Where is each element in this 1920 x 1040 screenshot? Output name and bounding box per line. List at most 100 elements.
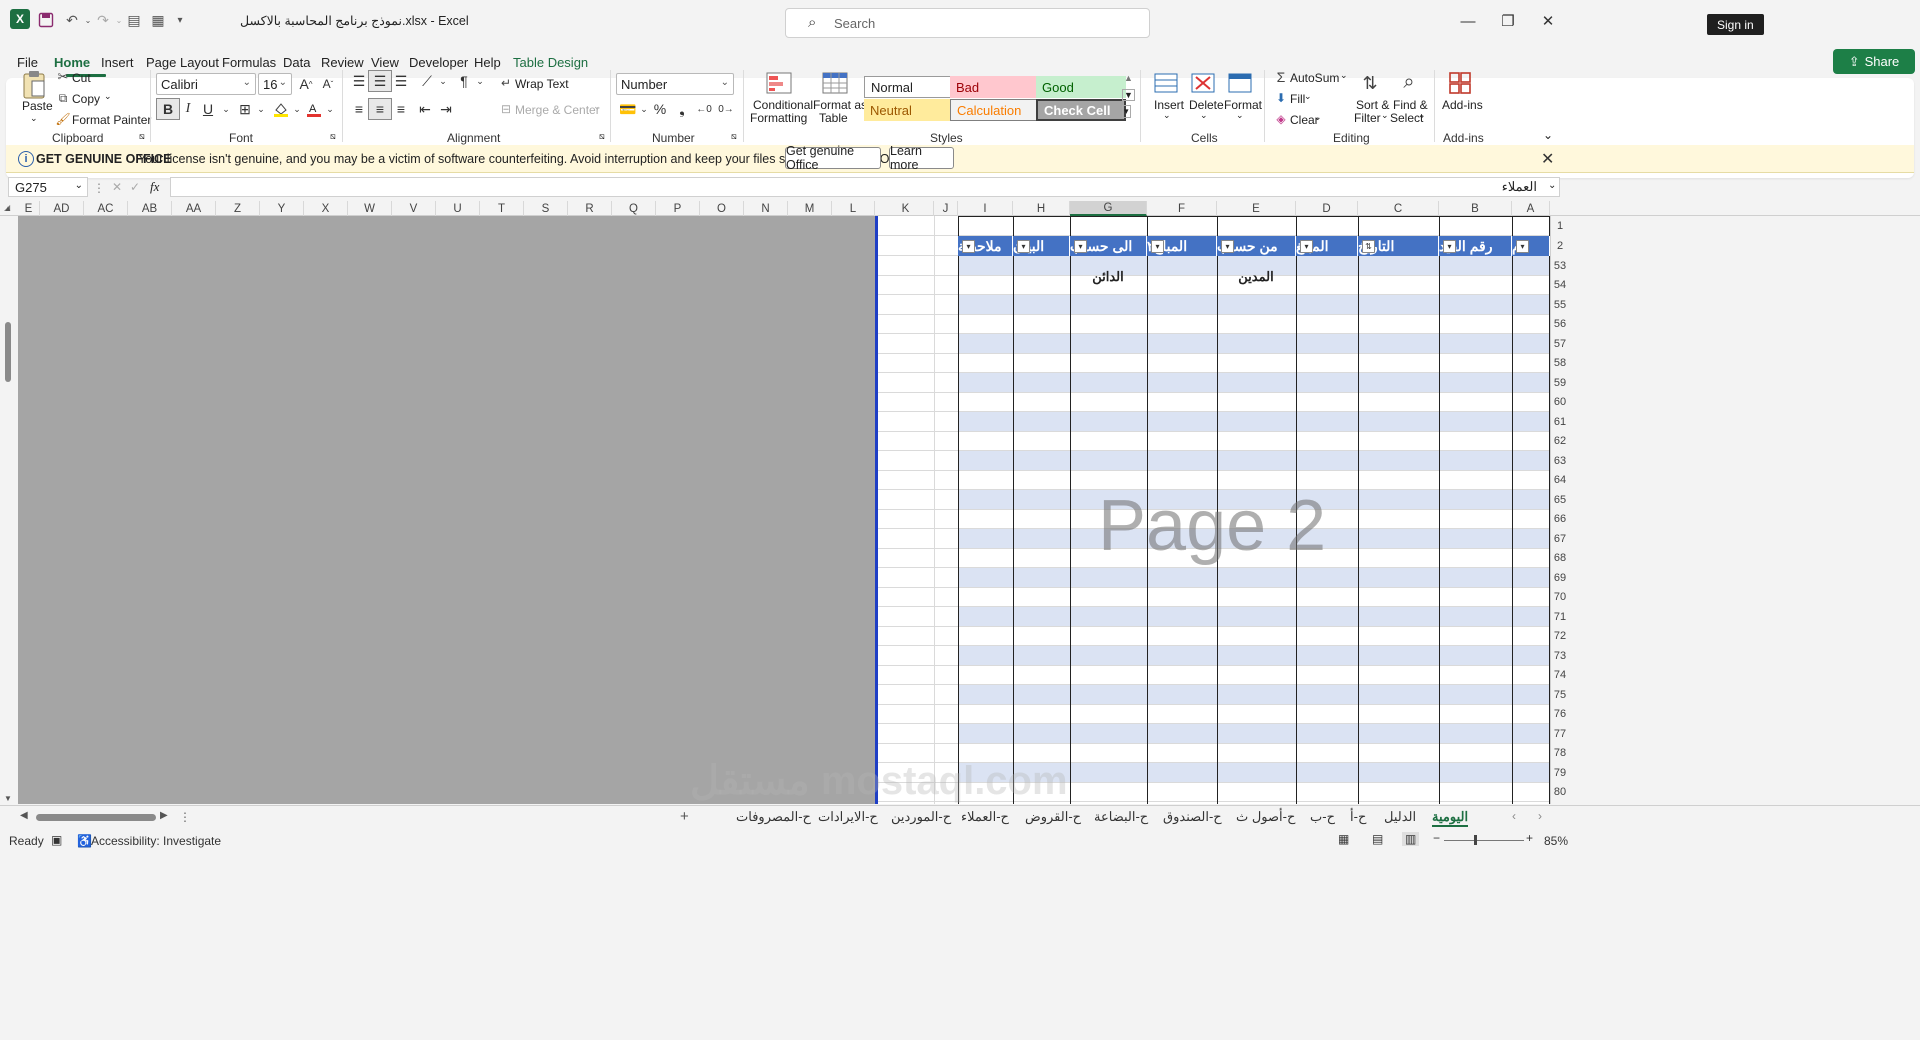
column-header[interactable]: B: [1439, 201, 1512, 216]
row-header[interactable]: 70: [1550, 588, 1570, 608]
column-header[interactable]: F: [1147, 201, 1217, 216]
zoom-level[interactable]: 85%: [1544, 834, 1568, 848]
filter-dropdown-icon[interactable]: ▾: [962, 240, 975, 253]
tab-help[interactable]: Help: [474, 55, 501, 70]
close-icon[interactable]: ✕: [1528, 10, 1568, 32]
text-direction-dropdown-icon[interactable]: ⌄: [468, 70, 492, 92]
row-header[interactable]: 66: [1550, 510, 1570, 530]
tab-split-handle[interactable]: ⋮: [179, 810, 191, 824]
save-icon[interactable]: [36, 10, 56, 30]
scroll-right-icon[interactable]: ▶: [160, 810, 168, 821]
column-header[interactable]: L: [832, 201, 875, 216]
column-header[interactable]: U: [436, 201, 480, 216]
sheet-tab[interactable]: ح-العملاء: [961, 809, 1009, 825]
format-as-table-label-2[interactable]: Table: [819, 111, 848, 125]
collapse-ribbon-icon[interactable]: ⌄: [1543, 128, 1553, 142]
formula-options-icon[interactable]: ⋮: [93, 181, 105, 195]
tab-table-design[interactable]: Table Design: [513, 55, 588, 70]
row-header[interactable]: 58: [1550, 354, 1570, 374]
tab-view[interactable]: View: [371, 55, 399, 70]
sort-filter-dropdown-icon[interactable]: ⌄: [1381, 110, 1389, 121]
sheet-tab[interactable]: ح-الموردين: [891, 809, 951, 825]
scroll-down-icon[interactable]: ▼: [4, 794, 12, 803]
column-header[interactable]: S: [524, 201, 568, 216]
row-header[interactable]: 68: [1550, 549, 1570, 569]
column-header[interactable]: Y: [260, 201, 304, 216]
row-header[interactable]: 75: [1550, 685, 1570, 705]
tab-home[interactable]: Home: [54, 55, 90, 70]
add-ins-button[interactable]: Add-ins: [1442, 98, 1483, 112]
column-header[interactable]: AD: [40, 201, 84, 216]
cancel-entry-icon[interactable]: ✕: [112, 180, 122, 194]
styles-scroll-down-icon[interactable]: ▼: [1122, 89, 1135, 101]
normal-view-icon[interactable]: ▦: [1338, 832, 1349, 846]
sort-filter-label-2[interactable]: Filter: [1354, 111, 1381, 125]
confirm-entry-icon[interactable]: ✓: [130, 180, 140, 194]
row-header[interactable]: 54: [1550, 276, 1570, 296]
row-header[interactable]: 62: [1550, 432, 1570, 452]
row-header[interactable]: 74: [1550, 666, 1570, 686]
sheet-tab[interactable]: الدليل: [1384, 809, 1416, 825]
style-good[interactable]: Good: [1036, 76, 1126, 98]
merge-center-button[interactable]: Merge & Center: [515, 103, 600, 117]
style-bad[interactable]: Bad: [950, 76, 1040, 98]
copy-dropdown-icon[interactable]: ⌄: [104, 91, 112, 102]
row-header[interactable]: 53: [1550, 256, 1570, 276]
column-header[interactable]: N: [744, 201, 788, 216]
formula-input[interactable]: العملاء: [170, 177, 1560, 197]
decrease-decimal-icon[interactable]: 0→: [714, 98, 738, 120]
row-header[interactable]: 64: [1550, 471, 1570, 491]
sheet-tab[interactable]: ح-أ: [1350, 809, 1366, 825]
sheet-tab[interactable]: ح-أصول ث: [1236, 809, 1295, 825]
comma-style-icon[interactable]: ❟: [670, 98, 694, 120]
column-header[interactable]: Z: [216, 201, 260, 216]
format-dropdown-icon[interactable]: ⌄: [1236, 110, 1244, 121]
row-header[interactable]: 1: [1550, 216, 1570, 236]
minimize-icon[interactable]: —: [1448, 10, 1488, 32]
tab-formulas[interactable]: Formulas: [222, 55, 276, 70]
tab-page-layout[interactable]: Page Layout: [146, 55, 219, 70]
insert-function-icon[interactable]: fx: [150, 179, 159, 195]
filter-dropdown-icon[interactable]: ▾: [1516, 240, 1529, 253]
get-genuine-office-button[interactable]: Get genuine Office: [785, 144, 881, 172]
sheet-tab[interactable]: ح-القروض: [1025, 809, 1081, 825]
tab-file[interactable]: File: [17, 55, 38, 70]
share-button[interactable]: ⇪ Share: [1833, 49, 1915, 74]
tab-insert[interactable]: Insert: [101, 55, 134, 70]
column-header[interactable]: AB: [128, 201, 172, 216]
row-header[interactable]: 71: [1550, 607, 1570, 627]
row-header[interactable]: 78: [1550, 744, 1570, 764]
clipboard-launcher-icon[interactable]: ⧅: [139, 131, 145, 142]
number-launcher-icon[interactable]: ⧅: [731, 131, 737, 142]
delete-dropdown-icon[interactable]: ⌄: [1200, 110, 1208, 121]
tab-review[interactable]: Review: [321, 55, 364, 70]
row-header[interactable]: 72: [1550, 627, 1570, 647]
zoom-slider-thumb[interactable]: [1474, 835, 1477, 845]
column-header[interactable]: J: [934, 201, 958, 216]
column-header[interactable]: E: [18, 201, 40, 216]
row-header[interactable]: 55: [1550, 295, 1570, 315]
align-right-icon[interactable]: ≡: [389, 98, 413, 120]
conditional-formatting-label-1[interactable]: Conditional: [753, 98, 813, 112]
column-header[interactable]: T: [480, 201, 524, 216]
styles-scroll-up-icon[interactable]: ▲: [1124, 73, 1133, 83]
autosum-button[interactable]: AutoSum: [1290, 71, 1339, 85]
name-box[interactable]: G275 ⌄: [8, 177, 88, 197]
filter-dropdown-icon[interactable]: ▾: [1300, 240, 1313, 253]
increase-indent-icon[interactable]: ⇥: [434, 98, 458, 120]
row-header[interactable]: 69: [1550, 568, 1570, 588]
tab-data[interactable]: Data: [283, 55, 310, 70]
row-header[interactable]: 60: [1550, 393, 1570, 413]
row-header[interactable]: 59: [1550, 373, 1570, 393]
row-header[interactable]: 79: [1550, 763, 1570, 783]
learn-more-button[interactable]: Learn more: [889, 144, 954, 172]
font-size-select[interactable]: 16 ⌄: [258, 73, 292, 95]
paste-dropdown-icon[interactable]: ⌄: [30, 113, 38, 124]
row-header[interactable]: 56: [1550, 315, 1570, 335]
filter-dropdown-icon[interactable]: ▾: [1017, 240, 1030, 253]
number-format-select[interactable]: Number ⌄: [616, 73, 734, 95]
sheet-tab[interactable]: ح-الايرادات: [818, 809, 878, 825]
styles-more-icon[interactable]: ▾: [1122, 105, 1131, 118]
align-bottom-icon[interactable]: ☰: [389, 70, 413, 92]
sign-in-button[interactable]: Sign in: [1707, 14, 1764, 35]
